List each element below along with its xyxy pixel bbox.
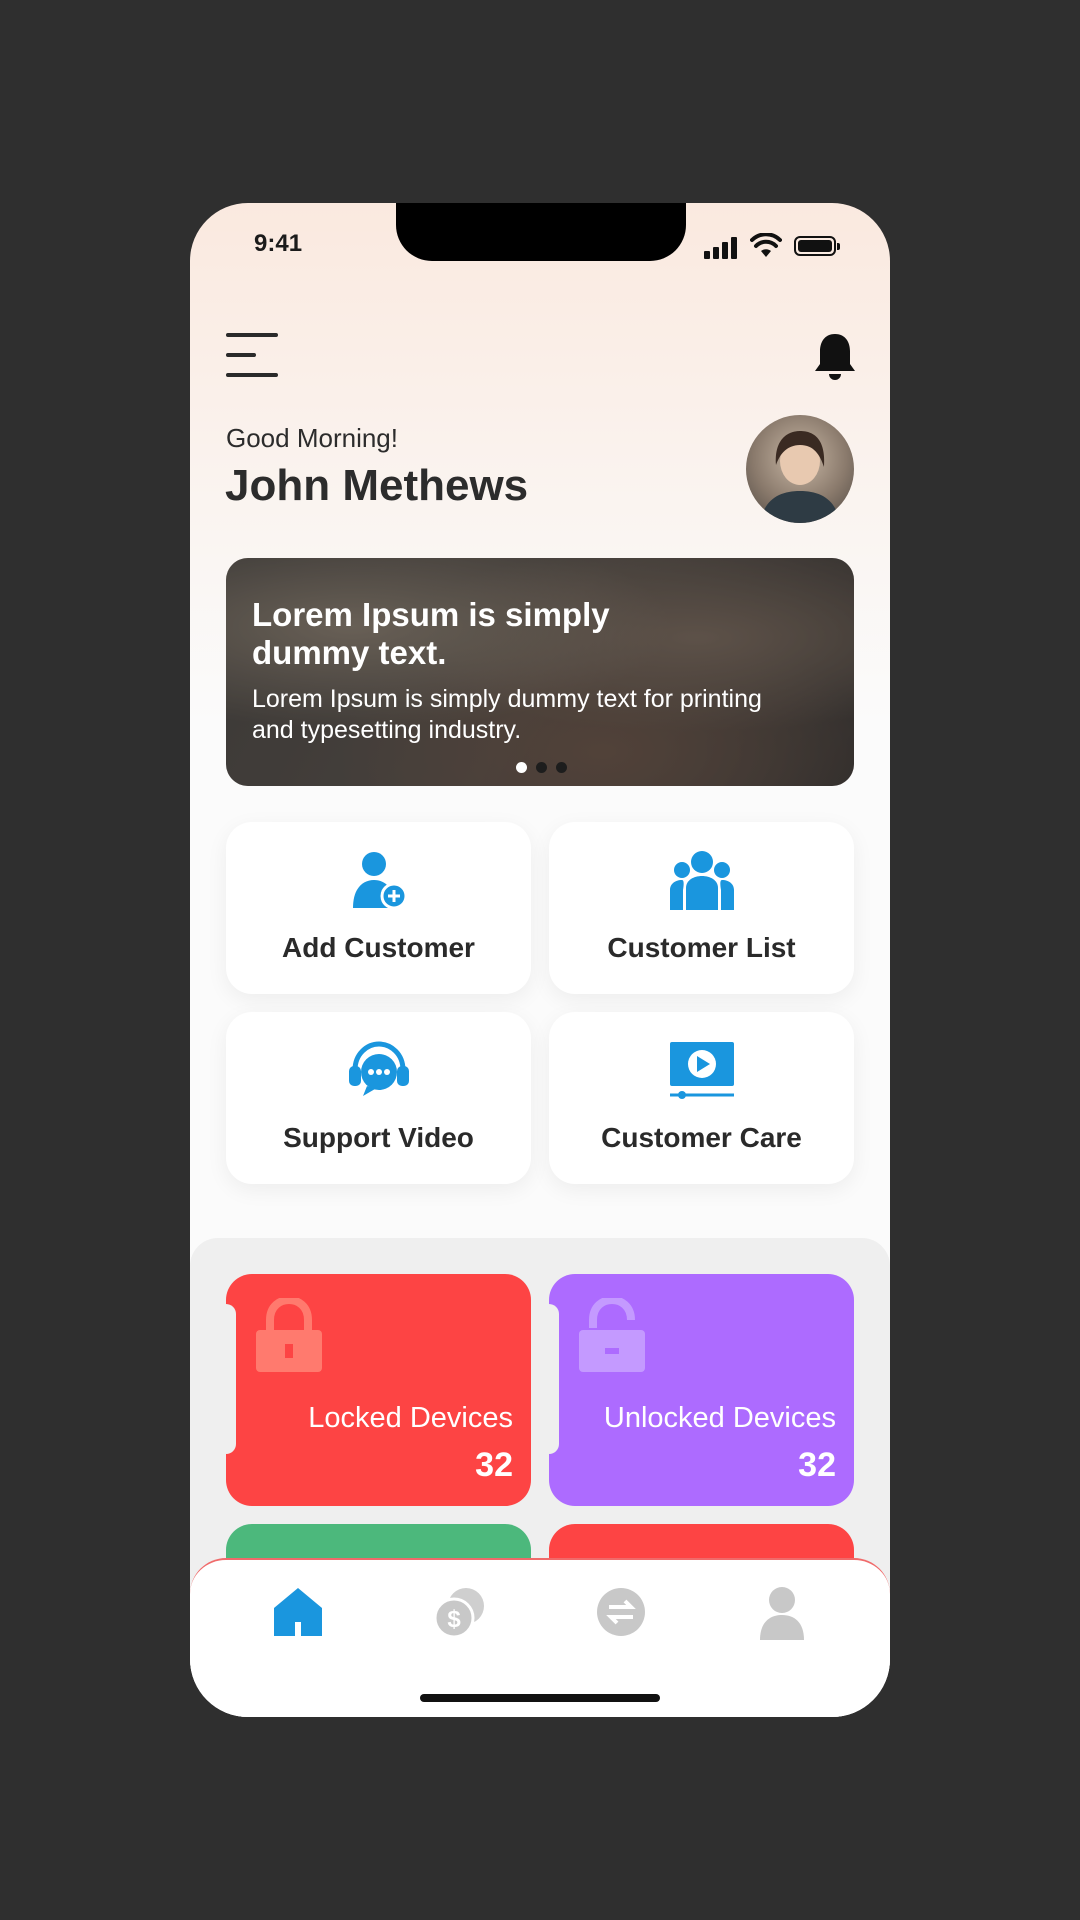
carousel-dots (516, 762, 567, 773)
card-count: 32 (798, 1446, 836, 1484)
notification-bell-icon[interactable] (812, 331, 858, 381)
card-label: Unlocked Devices (603, 1402, 836, 1434)
transfer-icon[interactable] (591, 1582, 651, 1642)
support-video-button[interactable]: Support Video (226, 1012, 531, 1184)
greeting-text: Good Morning! (226, 423, 398, 453)
home-indicator (420, 1694, 660, 1702)
card-count: 32 (475, 1446, 513, 1484)
tile-label: Support Video (283, 1122, 474, 1153)
promo-banner[interactable]: Lorem Ipsum is simply dummy text. Lorem … (226, 558, 854, 786)
status-time: 9:41 (254, 230, 303, 257)
carousel-dot[interactable] (556, 762, 567, 773)
signal-icon (704, 235, 738, 259)
add-customer-button[interactable]: Add Customer (226, 822, 531, 994)
tile-label: Customer Care (601, 1122, 802, 1153)
banner-title: Lorem Ipsum is simply dummy text. (252, 596, 610, 671)
banner-text: Lorem Ipsum is simply dummy text for pri… (252, 685, 762, 744)
headset-chat-icon (348, 1041, 409, 1096)
battery-icon (794, 236, 840, 256)
tile-label: Add Customer (282, 932, 475, 963)
coins-icon[interactable]: $ (430, 1582, 490, 1642)
card-label: Locked Devices (308, 1402, 513, 1434)
lock-icon (256, 1298, 322, 1372)
wifi-icon (750, 233, 782, 257)
notch (396, 203, 686, 261)
group-icon (669, 851, 734, 910)
svg-text:$: $ (447, 1606, 461, 1633)
locked-devices-card[interactable]: Locked Devices 32 (226, 1274, 531, 1506)
bottom-nav: $ (190, 1558, 890, 1717)
customer-list-button[interactable]: Customer List (549, 822, 854, 994)
carousel-dot[interactable] (516, 762, 527, 773)
video-play-icon (669, 1042, 734, 1099)
add-user-icon (352, 852, 407, 910)
unlock-icon (579, 1298, 645, 1372)
tile-label: Customer List (607, 932, 796, 963)
home-icon[interactable] (268, 1582, 328, 1642)
unlocked-devices-card[interactable]: Unlocked Devices 32 (549, 1274, 854, 1506)
avatar[interactable] (746, 415, 854, 523)
customer-care-button[interactable]: Customer Care (549, 1012, 854, 1184)
user-name: John Methews (225, 461, 529, 510)
menu-button[interactable] (226, 333, 278, 379)
profile-icon[interactable] (752, 1582, 812, 1642)
phone-screen: 9:41 Good Morning! John Methews Lorem Ip… (190, 203, 890, 1717)
carousel-dot[interactable] (536, 762, 547, 773)
